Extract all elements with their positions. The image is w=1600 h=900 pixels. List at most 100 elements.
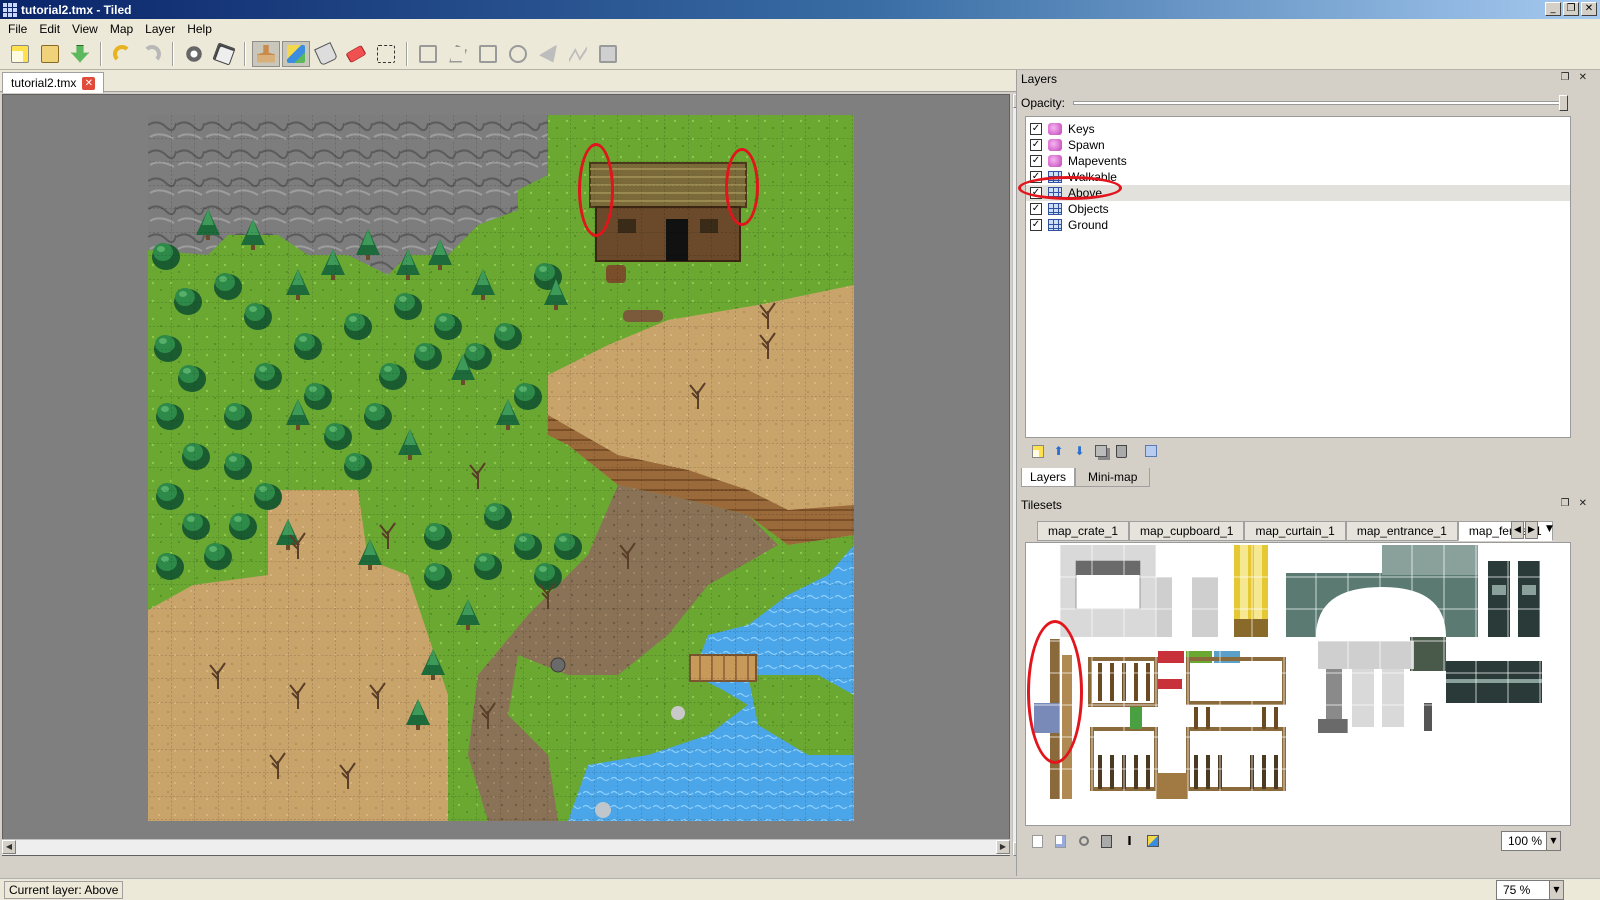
layers-dock-controls[interactable]: ❐ ✕ — [1560, 72, 1590, 83]
tab-layers[interactable]: Layers — [1021, 468, 1076, 487]
raise-layer-button[interactable]: ⬆ — [1050, 443, 1067, 460]
new-map-button[interactable] — [6, 41, 34, 67]
terrain-brush-icon — [287, 44, 305, 63]
tileset-view[interactable] — [1025, 542, 1571, 826]
tilesets-dock-controls[interactable]: ❐ ✕ — [1560, 498, 1590, 509]
edit-polygons-tool[interactable] — [444, 41, 472, 67]
select-objects-tool[interactable] — [414, 41, 442, 67]
layer-visibility-checkbox[interactable]: ✓ — [1030, 123, 1042, 135]
tileset-zoom-value: 100 % — [1508, 834, 1543, 848]
add-layer-button[interactable] — [1029, 443, 1046, 460]
menu-help[interactable]: Help — [181, 22, 218, 36]
random-mode-button[interactable] — [210, 41, 238, 67]
close-tab-icon[interactable]: ✕ — [82, 76, 96, 90]
terrain-brush-tool[interactable] — [282, 40, 310, 67]
layer-visibility-checkbox[interactable]: ✓ — [1030, 139, 1042, 151]
tileset-tab-fence[interactable]: map_fence_1 — [1457, 521, 1553, 541]
layer-name: Keys — [1068, 122, 1095, 136]
layer-row-above[interactable]: ✓ Above — [1026, 185, 1570, 201]
import-tileset-button[interactable] — [1052, 833, 1069, 850]
document-tab[interactable]: tutorial2.tmx ✕ — [2, 72, 104, 93]
menu-file[interactable]: File — [2, 22, 33, 36]
layer-row-objects[interactable]: ✓ Objects — [1026, 201, 1570, 217]
layer-visibility-checkbox[interactable]: ✓ — [1030, 171, 1042, 183]
menu-edit[interactable]: Edit — [33, 22, 66, 36]
duplicate-icon — [1094, 445, 1107, 457]
restore-button[interactable]: ❐ — [1563, 2, 1579, 16]
layer-row-spawn[interactable]: ✓ Spawn — [1026, 137, 1570, 153]
duplicate-layer-button[interactable] — [1092, 443, 1109, 460]
horizontal-scrollbar[interactable]: ◀ ▶ — [2, 839, 1010, 855]
menu-view[interactable]: View — [66, 22, 104, 36]
bucket-icon — [314, 41, 338, 66]
chevron-down-icon: ▼ — [1546, 832, 1560, 850]
undo-button[interactable] — [108, 41, 136, 67]
current-layer-status: Current layer: Above — [4, 881, 124, 899]
tileset-tab-scroll-left[interactable]: ◀ — [1511, 521, 1524, 539]
open-map-button[interactable] — [36, 41, 64, 67]
menu-map[interactable]: Map — [104, 22, 139, 36]
tileset-tab-scroll-right[interactable]: ▶ — [1525, 521, 1538, 539]
layer-row-walkable[interactable]: ✓ Walkable — [1026, 169, 1570, 185]
layer-visibility-checkbox[interactable]: ✓ — [1030, 187, 1042, 199]
tileset-menu-button[interactable]: ▼ — [1543, 521, 1556, 539]
eraser-tool[interactable] — [342, 41, 370, 67]
layer-name: Walkable — [1068, 170, 1117, 184]
layer-visibility-checkbox[interactable]: ✓ — [1030, 155, 1042, 167]
import-icon — [1055, 834, 1066, 848]
tileset-tab-curtain[interactable]: map_curtain_1 — [1244, 521, 1346, 541]
map-zoom-select[interactable]: 75 % ▼ — [1496, 880, 1564, 900]
layer-visibility-checkbox[interactable]: ✓ — [1030, 203, 1042, 215]
commands-button[interactable] — [180, 41, 208, 67]
opacity-slider-handle[interactable] — [1559, 95, 1569, 111]
tileset-tab-cupboard[interactable]: map_cupboard_1 — [1129, 521, 1245, 541]
tileset-tab-crate[interactable]: map_crate_1 — [1037, 521, 1130, 541]
edit-terrain-button[interactable] — [1144, 833, 1161, 850]
menu-layer[interactable]: Layer — [139, 22, 181, 36]
tab-mini-map[interactable]: Mini-map — [1075, 468, 1151, 487]
map-canvas[interactable] — [148, 115, 854, 821]
insert-tile-tool[interactable] — [594, 41, 622, 67]
delete-tileset-button[interactable] — [1098, 833, 1115, 850]
minimize-button[interactable]: _ — [1545, 2, 1561, 16]
rectangle-select-tool[interactable] — [372, 41, 400, 67]
save-icon — [71, 44, 89, 63]
tileset-properties-button[interactable]: I — [1121, 833, 1138, 850]
insert-polyline-tool[interactable] — [564, 41, 592, 67]
scroll-left-arrow[interactable]: ◀ — [2, 840, 16, 854]
close-button[interactable]: ✕ — [1581, 2, 1597, 16]
tileset-search-button[interactable] — [1075, 833, 1092, 850]
tileset-render[interactable] — [1026, 543, 1571, 826]
lower-layer-button[interactable]: ⬇ — [1071, 443, 1088, 460]
bucket-fill-tool[interactable] — [312, 41, 340, 67]
map-render[interactable] — [148, 115, 854, 821]
stamp-brush-tool[interactable] — [252, 40, 280, 67]
insert-rectangle-tool[interactable] — [474, 41, 502, 67]
scroll-right-arrow[interactable]: ▶ — [996, 840, 1010, 854]
tileset-tab-entrance[interactable]: map_entrance_1 — [1345, 521, 1458, 541]
map-viewport[interactable] — [2, 94, 1010, 856]
open-folder-icon — [41, 44, 59, 63]
layer-properties-button[interactable] — [1142, 443, 1159, 460]
save-map-button[interactable] — [66, 41, 94, 67]
layer-visibility-checkbox[interactable]: ✓ — [1030, 219, 1042, 231]
dice-icon — [212, 41, 236, 66]
layer-row-keys[interactable]: ✓ Keys — [1026, 121, 1570, 137]
new-layer-icon — [1031, 444, 1044, 458]
object-layer-icon — [1048, 123, 1062, 135]
layer-row-mapevents[interactable]: ✓ Mapevents — [1026, 153, 1570, 169]
redo-button[interactable] — [138, 41, 166, 67]
layer-row-ground[interactable]: ✓ Ground — [1026, 217, 1570, 233]
main-toolbar — [0, 38, 1600, 70]
toolbar-separator — [406, 41, 408, 66]
tileset-zoom-select[interactable]: 100 % ▼ — [1501, 831, 1561, 851]
opacity-slider[interactable] — [1073, 95, 1569, 111]
delete-layer-button[interactable] — [1113, 443, 1130, 460]
new-file-icon — [1032, 834, 1043, 848]
new-tileset-button[interactable] — [1029, 833, 1046, 850]
tile-layer-icon — [1048, 219, 1062, 231]
insert-polygon-tool[interactable] — [534, 41, 562, 67]
insert-ellipse-tool[interactable] — [504, 41, 532, 67]
properties-icon — [1144, 445, 1157, 457]
tileset-toolbar: I — [1025, 830, 1571, 852]
